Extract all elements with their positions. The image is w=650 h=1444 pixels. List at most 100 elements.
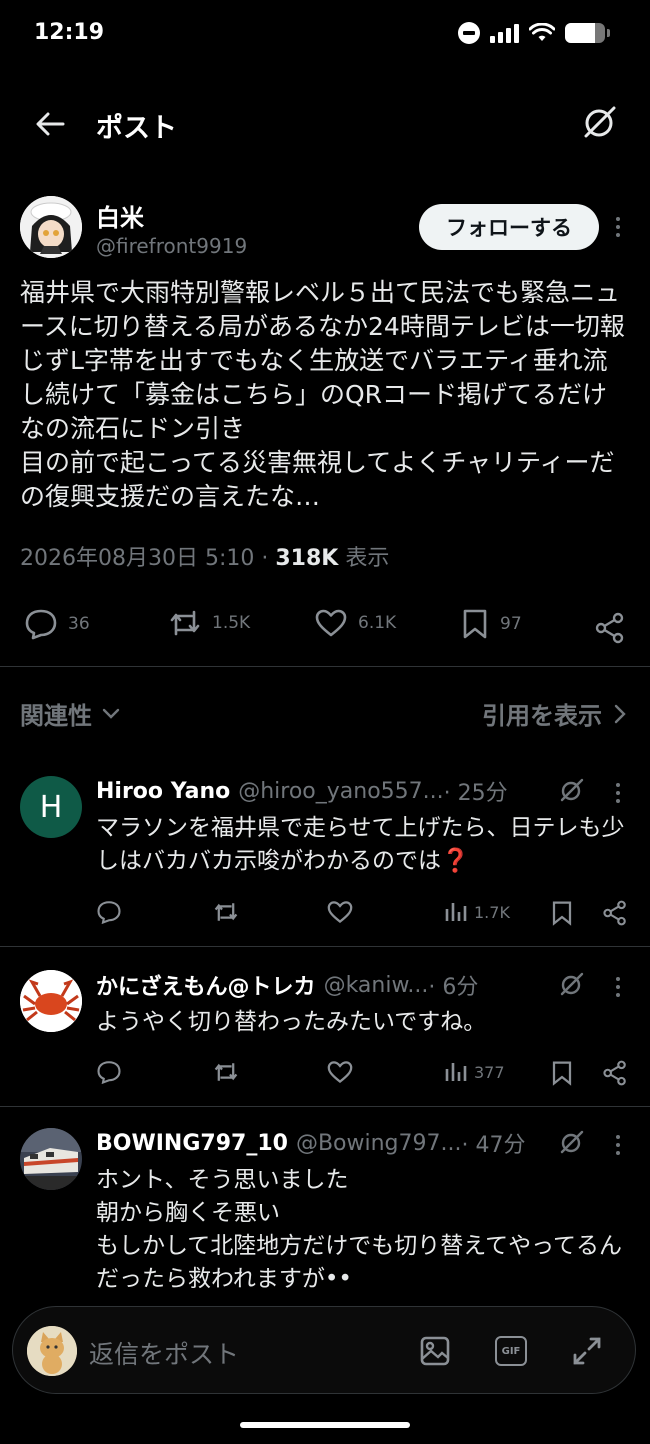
reply-header: かにざえもん@トレカ @kaniw... · 6分 — [96, 969, 478, 1001]
repost-button[interactable]: 1.5K — [168, 608, 250, 638]
reply-time[interactable]: · 25分 — [444, 775, 508, 807]
repost-icon — [214, 903, 238, 921]
grok-icon[interactable] — [558, 1128, 586, 1156]
expand-icon — [573, 1337, 601, 1365]
like-count: 6.1K — [358, 613, 397, 633]
like-button[interactable]: 6.1K — [314, 608, 396, 638]
post-actions: 36 1.5K 6.1K 97 — [0, 600, 650, 644]
reply-avatar[interactable] — [20, 1128, 82, 1190]
views-button[interactable]: 1.7K — [444, 900, 510, 924]
battery-tip — [607, 29, 610, 37]
reply-author-name[interactable]: かにざえもん@トレカ — [96, 969, 316, 1001]
grok-icon — [584, 106, 616, 138]
grok-button[interactable] — [580, 102, 620, 142]
image-button[interactable] — [417, 1333, 453, 1369]
post-timestamp[interactable]: 2026年08月30日 5:10 — [20, 546, 254, 571]
train-avatar-image — [20, 1128, 82, 1190]
reply-author-name[interactable]: BOWING797_10 — [96, 1131, 288, 1156]
arrow-left-icon — [36, 112, 65, 136]
reply-author-handle[interactable]: @hiroo_yano557... — [238, 779, 443, 804]
bookmark-icon — [552, 901, 572, 926]
meta-separator: · — [254, 546, 276, 571]
reply-button[interactable]: 36 — [24, 608, 90, 640]
post-more-button[interactable] — [608, 212, 628, 242]
bookmark-button[interactable]: 97 — [460, 608, 522, 640]
grok-icon[interactable] — [558, 970, 586, 998]
repost-icon — [170, 610, 200, 636]
repost-button[interactable] — [212, 900, 240, 924]
heart-icon — [315, 609, 347, 637]
analytics-icon — [445, 903, 467, 921]
repost-button[interactable] — [212, 1060, 240, 1084]
reply-time[interactable]: · 6分 — [428, 969, 478, 1001]
author-handle[interactable]: @firefront9919 — [96, 234, 247, 258]
reply-avatar-letter: H — [39, 789, 63, 825]
wifi-icon — [529, 23, 555, 41]
cat-avatar-image — [27, 1326, 77, 1376]
share-button[interactable] — [602, 1060, 628, 1086]
reply-button[interactable] — [96, 900, 122, 924]
divider — [0, 946, 650, 947]
reply-author-handle[interactable]: @kaniw... — [324, 973, 429, 998]
views-button[interactable]: 377 — [444, 1060, 505, 1084]
share-button[interactable] — [594, 612, 626, 644]
reply-composer[interactable]: 返信をポスト GIF — [12, 1306, 636, 1394]
reply-input[interactable]: 返信をポスト — [89, 1335, 239, 1371]
repost-icon — [214, 1063, 238, 1081]
gif-button[interactable]: GIF — [493, 1333, 529, 1369]
share-button[interactable] — [602, 900, 628, 926]
chevron-down-icon — [102, 708, 120, 719]
grok-icon[interactable] — [558, 776, 586, 804]
view-quotes-link[interactable]: 引用を表示 — [482, 696, 626, 731]
cellular-signal-icon — [490, 23, 519, 43]
repost-count: 1.5K — [212, 613, 251, 633]
sort-dropdown[interactable]: 関連性 — [20, 696, 120, 731]
bookmark-icon — [552, 1061, 572, 1086]
reply-button[interactable] — [96, 1060, 122, 1084]
reply-author-handle[interactable]: @Bowing797... — [296, 1131, 462, 1156]
reply-time[interactable]: · 47分 — [461, 1127, 525, 1159]
reply-icon — [97, 901, 121, 924]
bookmark-count: 97 — [500, 614, 522, 634]
share-icon — [595, 612, 624, 644]
share-icon — [603, 900, 626, 926]
author-name[interactable]: 白米 — [96, 198, 144, 233]
reply-more-button[interactable] — [608, 778, 628, 808]
views-count: 1.7K — [474, 902, 510, 922]
battery-level — [565, 23, 595, 43]
views-label: 表示 — [338, 546, 390, 571]
do-not-disturb-icon — [458, 22, 480, 44]
like-button[interactable] — [326, 900, 354, 924]
status-icons — [458, 22, 610, 44]
reply-more-button[interactable] — [608, 972, 628, 1002]
current-user-avatar[interactable] — [27, 1326, 77, 1376]
crab-avatar-image — [20, 970, 82, 1032]
like-button[interactable] — [326, 1060, 354, 1084]
top-bar: ポスト — [0, 90, 650, 156]
reply-text: ようやく切り替わったみたいですね。 — [96, 1009, 487, 1035]
reply-more-button[interactable] — [608, 1130, 628, 1160]
reply-avatar[interactable] — [20, 970, 82, 1032]
battery-icon — [565, 23, 605, 43]
author-avatar[interactable] — [20, 196, 82, 258]
home-indicator[interactable] — [240, 1422, 410, 1428]
reply-item[interactable]: かにざえもん@トレカ @kaniw... · 6分 ようやく切り替わったみたいで… — [0, 970, 650, 1104]
reply-item[interactable]: BOWING797_10 @Bowing797... · 47分 ホント、そう思… — [0, 1128, 650, 1304]
heart-icon — [327, 1061, 353, 1084]
reply-text: マラソンを福井県で走らせて上げたら、日テレも少しはバカバカ示唆がわかるのでは❓ — [96, 815, 625, 874]
sort-label: 関連性 — [20, 702, 92, 730]
follow-button[interactable]: フォローする — [419, 204, 599, 250]
divider — [0, 666, 650, 667]
reply-item[interactable]: H Hiroo Yano @hiroo_yano557... · 25分 マラソ… — [0, 776, 650, 946]
expand-button[interactable] — [569, 1333, 605, 1369]
bookmark-button[interactable] — [550, 1060, 574, 1086]
bookmark-button[interactable] — [550, 900, 574, 926]
reply-avatar[interactable]: H — [20, 776, 82, 838]
gif-icon: GIF — [495, 1336, 527, 1366]
back-button[interactable] — [30, 104, 70, 144]
reply-author-name[interactable]: Hiroo Yano — [96, 779, 230, 804]
reply-icon — [25, 609, 57, 640]
post-meta: 2026年08月30日 5:10 · 318K 表示 — [20, 540, 389, 572]
image-icon — [420, 1336, 450, 1366]
analytics-icon — [445, 1063, 467, 1081]
